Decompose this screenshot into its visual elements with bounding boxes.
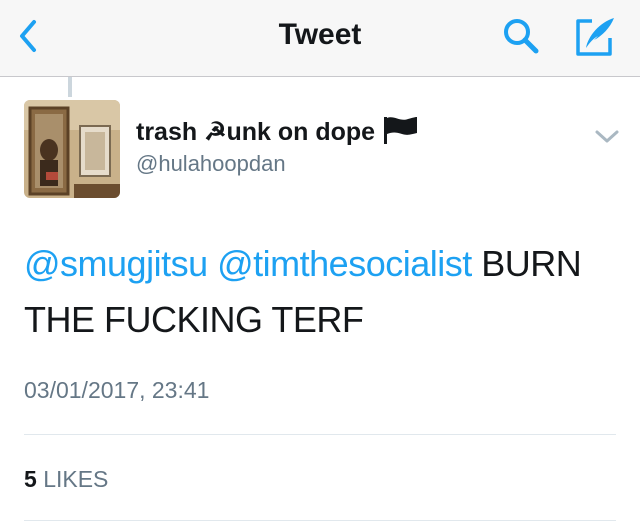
divider [24,434,616,435]
page-title: Tweet [278,18,362,51]
user-handle[interactable]: @hulahoopdan [136,150,286,178]
likes-stat[interactable]: 5 LIKES [24,464,108,494]
divider [24,520,616,521]
likes-label: LIKES [43,466,109,492]
search-button[interactable] [500,16,544,56]
compose-button[interactable] [572,14,618,58]
mention-link[interactable]: @timthesocialist [217,243,472,284]
navigation-bar: Tweet [0,0,640,77]
tweet-timestamp: 03/01/2017, 23:41 [24,377,210,403]
mention-link[interactable]: @smugjitsu [24,243,208,284]
likes-count: 5 [24,466,37,492]
chevron-down-icon [595,130,619,143]
tweet-options-button[interactable] [592,124,622,148]
avatar[interactable] [24,100,120,198]
search-icon [504,19,539,54]
display-name[interactable]: trash ☭unk on dope [136,116,418,148]
compose-icon [576,18,614,56]
black-flag-icon [384,117,418,144]
thread-connector-line [68,77,72,97]
display-name-text: trash ☭unk on dope [136,118,376,146]
tweet-text: @smugjitsu @timthesocialist BURN THE FUC… [24,236,624,348]
